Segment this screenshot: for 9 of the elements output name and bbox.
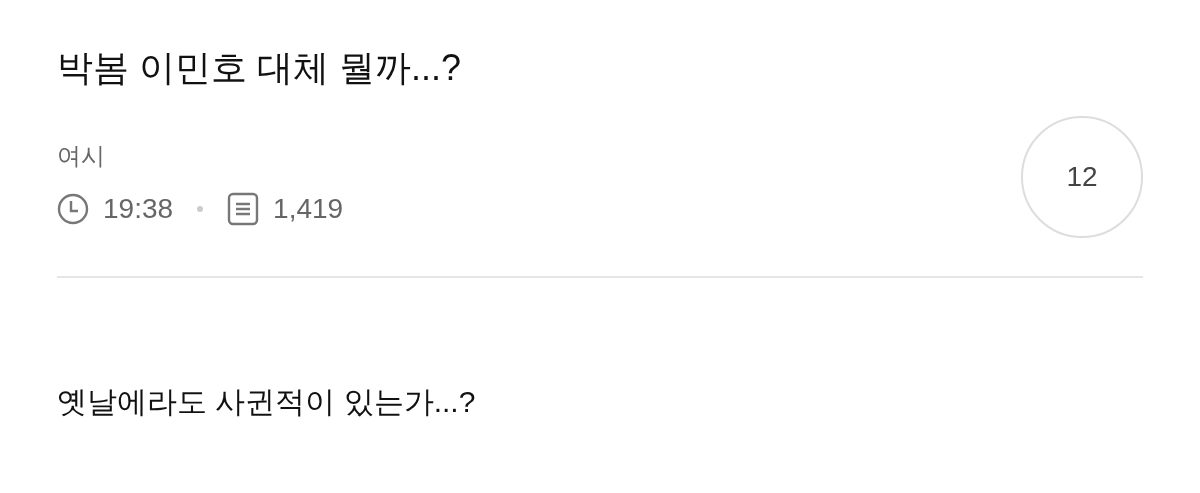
author-name[interactable]: 여시	[57, 140, 344, 172]
post-body: 옛날에라도 사귄적이 있는가...?	[57, 384, 477, 420]
separator-dot	[197, 206, 204, 212]
clock-icon	[57, 193, 89, 225]
document-icon	[227, 192, 260, 226]
comment-count[interactable]: 12	[1021, 116, 1143, 238]
post-title: 박봄 이민호 대체 뭘까...?	[57, 46, 463, 90]
view-count: 1,419	[273, 193, 344, 225]
post-time: 19:38	[103, 193, 174, 225]
